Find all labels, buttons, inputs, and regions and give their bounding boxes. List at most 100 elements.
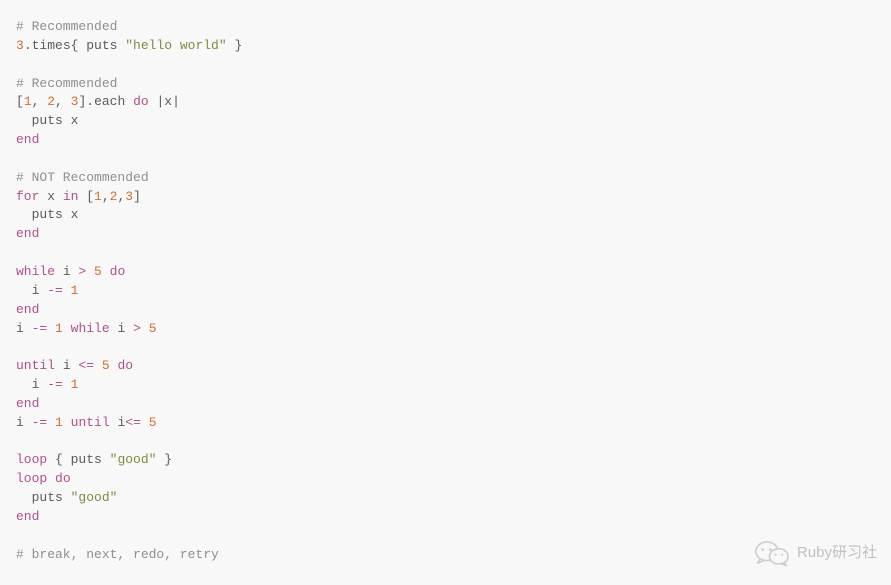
code-token: do (117, 358, 133, 373)
code-line: while i > 5 do (16, 263, 875, 282)
code-token: ] (133, 189, 141, 204)
code-line: [1, 2, 3].each do |x| (16, 93, 875, 112)
code-token: while (71, 321, 110, 336)
code-line: i -= 1 while i > 5 (16, 320, 875, 339)
code-line: # Recommended (16, 18, 875, 37)
watermark: Ruby研习社 (755, 539, 877, 567)
code-line: loop { puts "good" } (16, 451, 875, 470)
code-token: 3 (125, 189, 133, 204)
code-token (141, 415, 149, 430)
code-line: puts x (16, 206, 875, 225)
code-token: |x| (149, 94, 180, 109)
code-token: "good" (110, 452, 157, 467)
code-token: i (16, 415, 32, 430)
code-token: , (102, 189, 110, 204)
code-token: # Recommended (16, 76, 117, 91)
code-token (63, 415, 71, 430)
code-token: [ (78, 189, 94, 204)
code-line: end (16, 131, 875, 150)
code-line: loop do (16, 470, 875, 489)
code-token: "hello world" (125, 38, 226, 53)
code-token: <= (125, 415, 141, 430)
code-block: # Recommended3.times{ puts "hello world"… (0, 0, 891, 582)
code-token: 1 (71, 283, 79, 298)
code-line (16, 244, 875, 263)
code-line: i -= 1 (16, 376, 875, 395)
code-token (94, 358, 102, 373)
code-token: } (156, 452, 172, 467)
code-token: 2 (47, 94, 55, 109)
code-token: , (55, 94, 71, 109)
code-token: do (133, 94, 149, 109)
code-token (47, 415, 55, 430)
code-token: 1 (55, 415, 63, 430)
code-token: 1 (71, 377, 79, 392)
code-token: -= (47, 283, 63, 298)
code-token: 1 (55, 321, 63, 336)
code-line (16, 56, 875, 75)
code-token: end (16, 396, 39, 411)
code-token: end (16, 509, 39, 524)
code-line (16, 150, 875, 169)
code-token: do (55, 471, 71, 486)
code-token (47, 471, 55, 486)
code-token: i (110, 321, 133, 336)
code-token: i (55, 358, 78, 373)
code-token: i (110, 415, 126, 430)
code-token: } (227, 38, 243, 53)
code-token: .times{ puts (24, 38, 125, 53)
code-token: 3 (16, 38, 24, 53)
code-token: , (32, 94, 48, 109)
code-token: 5 (149, 321, 157, 336)
code-token: until (71, 415, 110, 430)
code-token: "good" (71, 490, 118, 505)
code-token (141, 321, 149, 336)
watermark-text: Ruby研习社 (797, 542, 877, 564)
code-token: 1 (94, 189, 102, 204)
code-token: -= (47, 377, 63, 392)
code-token: [ (16, 94, 24, 109)
code-line: i -= 1 until i<= 5 (16, 414, 875, 433)
code-token: x (39, 189, 62, 204)
code-token: end (16, 302, 39, 317)
code-token: i (16, 321, 32, 336)
code-token: # NOT Recommended (16, 170, 149, 185)
code-token: end (16, 132, 39, 147)
code-token: puts (16, 490, 71, 505)
code-token: loop (16, 452, 47, 467)
code-token (47, 321, 55, 336)
code-token: while (16, 264, 55, 279)
code-line: for x in [1,2,3] (16, 188, 875, 207)
code-token: -= (32, 321, 48, 336)
code-token: i (16, 283, 47, 298)
code-line: # Recommended (16, 75, 875, 94)
wechat-icon (755, 539, 789, 567)
code-line (16, 527, 875, 546)
code-token (86, 264, 94, 279)
code-token: ].each (78, 94, 133, 109)
code-line: end (16, 301, 875, 320)
code-line (16, 433, 875, 452)
code-token: puts x (16, 113, 78, 128)
code-token: > (133, 321, 141, 336)
code-line: puts x (16, 112, 875, 131)
code-token: i (55, 264, 78, 279)
code-line (16, 338, 875, 357)
code-token: -= (32, 415, 48, 430)
code-line: i -= 1 (16, 282, 875, 301)
code-token (102, 264, 110, 279)
code-token: i (16, 377, 47, 392)
code-line: 3.times{ puts "hello world" } (16, 37, 875, 56)
code-token: { puts (47, 452, 109, 467)
code-token: 5 (102, 358, 110, 373)
code-token (63, 321, 71, 336)
code-token: do (110, 264, 126, 279)
code-token (63, 283, 71, 298)
code-token: # Recommended (16, 19, 117, 34)
code-line: end (16, 225, 875, 244)
code-line: end (16, 395, 875, 414)
code-token: 5 (149, 415, 157, 430)
code-token: puts x (16, 207, 78, 222)
code-token: 1 (24, 94, 32, 109)
code-token: <= (78, 358, 94, 373)
